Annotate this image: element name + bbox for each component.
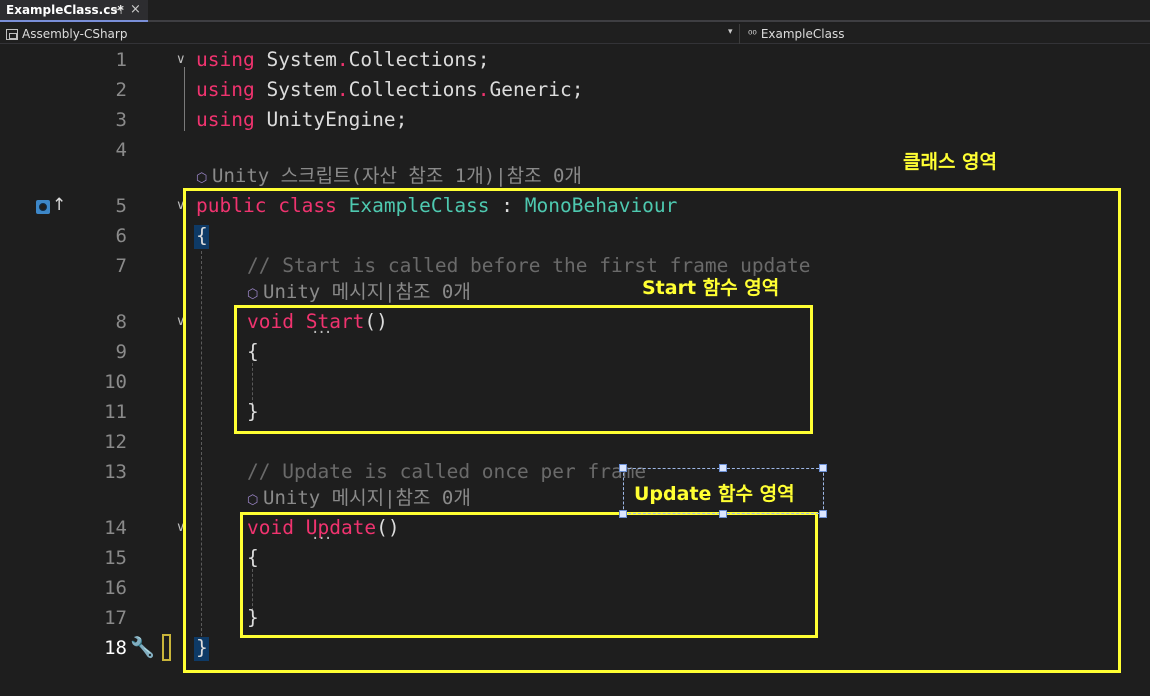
line-number: 3 <box>115 109 127 131</box>
resize-handle[interactable] <box>619 464 627 472</box>
tab-exampleclass[interactable]: ExampleClass.cs* ⊣ × <box>0 0 148 22</box>
line-number: 7 <box>115 255 127 277</box>
line-number: 4 <box>115 139 127 161</box>
close-icon[interactable]: × <box>130 2 141 17</box>
line-number: 16 <box>104 577 127 599</box>
code-line-3: using UnityEngine; <box>196 108 408 131</box>
line-number: 12 <box>104 431 127 453</box>
line-number: 9 <box>115 341 127 363</box>
project-icon <box>6 28 18 40</box>
line-number: 17 <box>104 607 127 629</box>
start-region-label: Start 함수 영역 <box>642 277 780 299</box>
resize-handle[interactable] <box>819 510 827 518</box>
cube-icon: ⬡ <box>196 171 208 186</box>
start-region-box <box>234 305 813 434</box>
code-line-1: using System.Collections; <box>196 48 490 71</box>
navigation-bar: Assembly-CSharp ▾ ⁰⁰ ExampleClass <box>0 24 1150 44</box>
fold-guide <box>184 67 185 131</box>
line-number: 10 <box>104 371 127 393</box>
tab-label: ExampleClass.cs* <box>6 3 124 17</box>
project-dropdown[interactable]: Assembly-CSharp ▾ <box>0 24 740 44</box>
line-number: 6 <box>115 225 127 247</box>
pin-icon[interactable]: ⊣ <box>112 3 122 17</box>
class-region-label: 클래스 영역 <box>903 151 998 173</box>
chevron-down-icon: ▾ <box>728 27 733 37</box>
line-number: 14 <box>104 517 127 539</box>
line-number-current: 18 <box>104 637 127 659</box>
resize-handle[interactable] <box>719 464 727 472</box>
code-editor[interactable]: ↑ 🔧 1 2 3 4 5 6 7 8 9 10 11 12 13 14 15 … <box>0 45 1150 696</box>
line-number: 1 <box>115 49 127 71</box>
code-line-2: using System.Collections.Generic; <box>196 78 584 101</box>
codelens-class[interactable]: ⬡ Unity 스크립트(자산 참조 1개)|참조 0개 <box>196 163 582 189</box>
member-dropdown[interactable]: ⁰⁰ ExampleClass <box>744 24 1150 44</box>
resize-handle[interactable] <box>719 510 727 518</box>
class-icon: ⁰⁰ <box>748 27 757 41</box>
line-number: 2 <box>115 79 127 101</box>
line-number: 11 <box>104 401 127 423</box>
line-number: 8 <box>115 311 127 333</box>
resize-handle[interactable] <box>619 510 627 518</box>
member-name: ExampleClass <box>760 27 845 41</box>
change-tracking-marker <box>162 634 171 661</box>
fold-chevron-icon[interactable]: ∨ <box>176 45 190 75</box>
resize-handle[interactable] <box>819 464 827 472</box>
update-region-box <box>240 512 818 638</box>
line-number: 5 <box>115 195 127 217</box>
update-region-label[interactable]: Update 함수 영역 <box>634 479 795 506</box>
project-name: Assembly-CSharp <box>22 27 128 41</box>
document-tab-strip: ExampleClass.cs* ⊣ × <box>0 0 1150 22</box>
line-number: 13 <box>104 461 127 483</box>
screwdriver-icon[interactable]: 🔧 <box>130 635 155 659</box>
bookmark-icon[interactable] <box>36 200 50 214</box>
line-number: 15 <box>104 547 127 569</box>
